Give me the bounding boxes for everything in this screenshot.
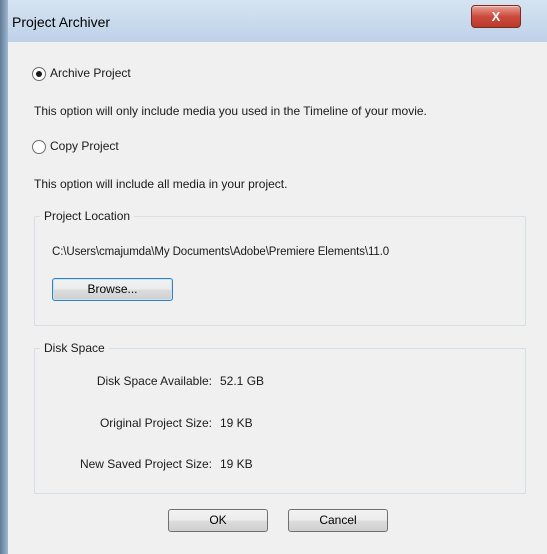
cancel-button[interactable]: Cancel xyxy=(288,509,388,532)
browse-button-label: Browse... xyxy=(87,282,138,296)
original-project-size-label: Original Project Size: xyxy=(99,416,212,430)
project-location-title: Project Location xyxy=(40,209,135,223)
disk-space-title: Disk Space xyxy=(40,341,109,355)
copy-project-radio[interactable] xyxy=(32,140,46,154)
project-archiver-dialog: Project Archiver X Archive Project This … xyxy=(8,0,547,554)
browse-button[interactable]: Browse... xyxy=(52,278,173,301)
disk-space-available-value: 52.1 GB xyxy=(220,374,265,388)
new-saved-project-size-label: New Saved Project Size: xyxy=(79,457,212,471)
close-icon: X xyxy=(491,9,501,24)
window-title: Project Archiver xyxy=(12,14,111,30)
ok-button-label: OK xyxy=(209,513,227,527)
background-window-edge xyxy=(0,0,8,554)
close-button[interactable]: X xyxy=(471,5,521,28)
copy-project-label[interactable]: Copy Project xyxy=(50,139,119,153)
project-location-path: C:\Users\cmajumda\My Documents\Adobe\Pre… xyxy=(52,246,390,258)
archive-project-label[interactable]: Archive Project xyxy=(50,66,131,80)
archive-project-radio[interactable] xyxy=(32,67,46,81)
ok-button[interactable]: OK xyxy=(168,509,268,532)
copy-project-description: This option will include all media in yo… xyxy=(34,177,288,191)
project-location-group xyxy=(34,216,526,326)
title-bar[interactable]: Project Archiver X xyxy=(8,0,547,42)
dialog-body: Archive Project This option will only in… xyxy=(8,42,547,554)
archive-project-description: This option will only include media you … xyxy=(34,104,427,118)
cancel-button-label: Cancel xyxy=(319,513,357,527)
disk-space-available-label: Disk Space Available: xyxy=(96,374,212,388)
new-saved-project-size-value: 19 KB xyxy=(220,457,253,471)
original-project-size-value: 19 KB xyxy=(220,416,253,430)
